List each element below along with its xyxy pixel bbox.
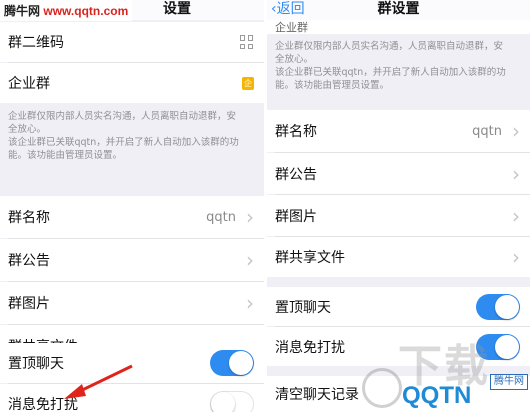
enterprise-note: 企业群仅限内部人员实名沟通，人员离职自动退群，安 全放心。 该企业群已关联qqt… [8, 110, 252, 162]
chevron-right-icon: › [512, 203, 520, 228]
group-name-value: qqtn [206, 209, 236, 225]
right-navbar: ‹返回 群设置 [267, 0, 530, 20]
chevron-right-icon: › [512, 119, 520, 143]
toggle-knob [211, 392, 235, 412]
note-line: 能。该功能由管理员设置。 [275, 80, 390, 91]
pin-chat-toggle[interactable] [210, 350, 254, 376]
row-label: 企业群 [275, 21, 308, 34]
note-line: 企业群仅限内部人员实名沟通，人员离职自动退群，安 [8, 111, 237, 122]
row-group-images[interactable]: 群图片 › [267, 195, 530, 236]
row-label: 群图片 [8, 296, 50, 312]
row-group-notice[interactable]: 群公告 › [0, 239, 264, 281]
watermark-url: www.qqtn.com [43, 4, 129, 18]
row-enterprise-group[interactable]: 企业群 企 [0, 63, 264, 103]
note-line: 能。该功能由管理员设置。 [8, 150, 123, 161]
watermark-top: 腾牛网 www.qqtn.com [0, 0, 133, 21]
row-label: 群公告 [275, 166, 317, 183]
row-label: 企业群 [8, 76, 50, 92]
right-nav-title: 群设置 [377, 1, 420, 17]
row-group-name[interactable]: 群名称 qqtn › [0, 196, 264, 238]
watermark-logo-icon [362, 368, 402, 408]
note-line: 全放心。 [8, 124, 47, 135]
row-label: 群二维码 [8, 35, 64, 51]
group-name-value: qqtn [472, 123, 502, 139]
enterprise-badge-icon: 企 [242, 76, 254, 90]
row-pin-chat: 置顶聊天 [267, 287, 530, 326]
chevron-right-icon: › [246, 248, 254, 272]
row-group-name[interactable]: 群名称 qqtn › [267, 110, 530, 152]
chevron-right-icon: › [246, 291, 254, 315]
pin-chat-toggle[interactable] [476, 293, 520, 320]
enterprise-note: 企业群仅限内部人员实名沟通，人员离职自动退群，安 全放心。 该企业群已关联qqt… [275, 40, 518, 92]
mute-toggle[interactable] [210, 391, 254, 412]
chevron-right-icon: › [246, 205, 254, 229]
chevron-right-icon: › [512, 161, 520, 186]
note-line: 该企业群已关联qqtn，并开启了新人自动加入该群的功 [275, 67, 506, 78]
note-line: 全放心。 [275, 54, 314, 65]
watermark-brand: 腾牛网 [4, 4, 41, 18]
row-label: 群图片 [275, 208, 317, 225]
left-screen: 设置 群二维码 企业群 企 企业群仅限内部人员实名沟通，人员离职自动退群，安 全… [0, 0, 264, 412]
row-group-files[interactable]: 群共享文件 › [267, 237, 530, 277]
note-line: 企业群仅限内部人员实名沟通，人员离职自动退群，安 [275, 41, 504, 52]
toggle-knob [495, 294, 519, 319]
row-label: 群名称 [275, 124, 317, 140]
note-line: 该企业群已关联qqtn，并开启了新人自动加入该群的功 [8, 137, 239, 148]
watermark-qqtn: QQTN [402, 382, 472, 409]
row-label: 群名称 [8, 210, 50, 226]
chevron-right-icon: › [512, 245, 520, 269]
row-enterprise-partial[interactable]: 企业群 [267, 20, 530, 34]
row-group-qr-code[interactable]: 群二维码 [0, 22, 264, 62]
watermark-tag: 腾牛网 [490, 374, 528, 390]
row-label: 置顶聊天 [275, 299, 331, 316]
row-label: 群公告 [8, 253, 50, 269]
qr-code-icon [240, 35, 254, 49]
row-group-images[interactable]: 群图片 › [0, 282, 264, 324]
watermark-bottom: 下载 QQTN 腾牛网 [362, 330, 530, 412]
toggle-knob [229, 351, 253, 375]
row-group-notice[interactable]: 群公告 › [267, 153, 530, 194]
arrow-annotation-icon [64, 364, 133, 399]
row-label: 群共享文件 [275, 250, 345, 266]
